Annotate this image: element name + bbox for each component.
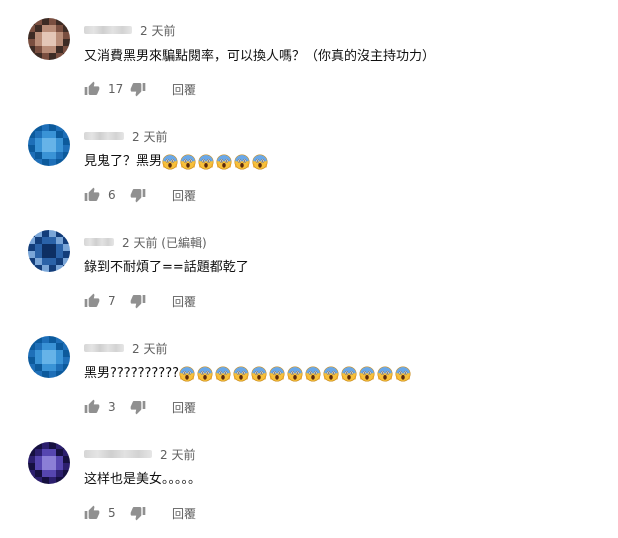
author-name-blurred[interactable] <box>84 344 124 352</box>
avatar[interactable] <box>28 18 70 60</box>
comment-time: 2 天前 <box>132 341 168 356</box>
scream-emoji-icon <box>162 153 178 170</box>
avatar[interactable] <box>28 230 70 272</box>
comment-text: 又消費黑男來騙點閱率，可以換人嗎？（你真的沒主持功力） <box>84 49 436 64</box>
comment-list: 2 天前 又消費黑男來騙點閱率，可以換人嗎？（你真的沒主持功力） 17 回覆 2… <box>0 0 618 538</box>
emoji-group <box>179 365 413 382</box>
author-name-blurred[interactable] <box>84 238 114 246</box>
reply-button[interactable]: 回覆 <box>172 81 196 98</box>
dislike-icon[interactable] <box>130 187 146 203</box>
avatar[interactable] <box>28 336 70 378</box>
comment-time: 2 天前 <box>132 129 168 144</box>
like-icon[interactable] <box>84 293 100 309</box>
scream-emoji-icon <box>198 153 214 170</box>
scream-emoji-icon <box>269 365 285 382</box>
like-icon[interactable] <box>84 81 100 97</box>
scream-emoji-icon <box>359 365 375 382</box>
scream-emoji-icon <box>179 365 195 382</box>
like-count: 5 <box>108 506 116 520</box>
author-name-blurred[interactable] <box>84 132 124 140</box>
like-icon[interactable] <box>84 505 100 521</box>
scream-emoji-icon <box>341 365 357 382</box>
scream-emoji-icon <box>287 365 303 382</box>
scream-emoji-icon <box>216 153 232 170</box>
like-count: 7 <box>108 294 116 308</box>
comment-text-content: 黑男?????????? <box>84 366 179 381</box>
comment-time: 2 天前 <box>140 23 176 38</box>
like-count: 6 <box>108 188 116 202</box>
dislike-icon[interactable] <box>130 293 146 309</box>
scream-emoji-icon <box>305 365 321 382</box>
scream-emoji-icon <box>251 365 267 382</box>
dislike-icon[interactable] <box>130 505 146 521</box>
reply-button[interactable]: 回覆 <box>172 505 196 522</box>
scream-emoji-icon <box>234 153 250 170</box>
comment-time: 2 天前 (已編輯) <box>122 235 207 250</box>
comment-text: 見鬼了？黑男 <box>84 153 270 171</box>
like-count: 3 <box>108 400 116 414</box>
reply-button[interactable]: 回覆 <box>172 293 196 310</box>
comment-time: 2 天前 <box>160 447 196 462</box>
scream-emoji-icon <box>215 365 231 382</box>
emoji-group <box>162 153 270 170</box>
dislike-icon[interactable] <box>130 399 146 415</box>
scream-emoji-icon <box>377 365 393 382</box>
scream-emoji-icon <box>180 153 196 170</box>
like-icon[interactable] <box>84 187 100 203</box>
like-count: 17 <box>108 82 124 96</box>
comment-text: 黑男?????????? <box>84 365 413 383</box>
scream-emoji-icon <box>197 365 213 382</box>
avatar[interactable] <box>28 124 70 166</box>
comment-text: 錄到不耐煩了==話題都乾了 <box>84 260 249 275</box>
author-name-blurred[interactable] <box>84 26 132 34</box>
scream-emoji-icon <box>323 365 339 382</box>
avatar[interactable] <box>28 442 70 484</box>
scream-emoji-icon <box>233 365 249 382</box>
comment-text-content: 見鬼了？黑男 <box>84 154 163 169</box>
reply-button[interactable]: 回覆 <box>172 399 196 416</box>
dislike-icon[interactable] <box>130 81 146 97</box>
reply-button[interactable]: 回覆 <box>172 187 196 204</box>
scream-emoji-icon <box>252 153 268 170</box>
scream-emoji-icon <box>395 365 411 382</box>
author-name-blurred[interactable] <box>84 450 152 458</box>
like-icon[interactable] <box>84 399 100 415</box>
comment-text: 这样也是美女。。。。。 <box>84 472 202 487</box>
